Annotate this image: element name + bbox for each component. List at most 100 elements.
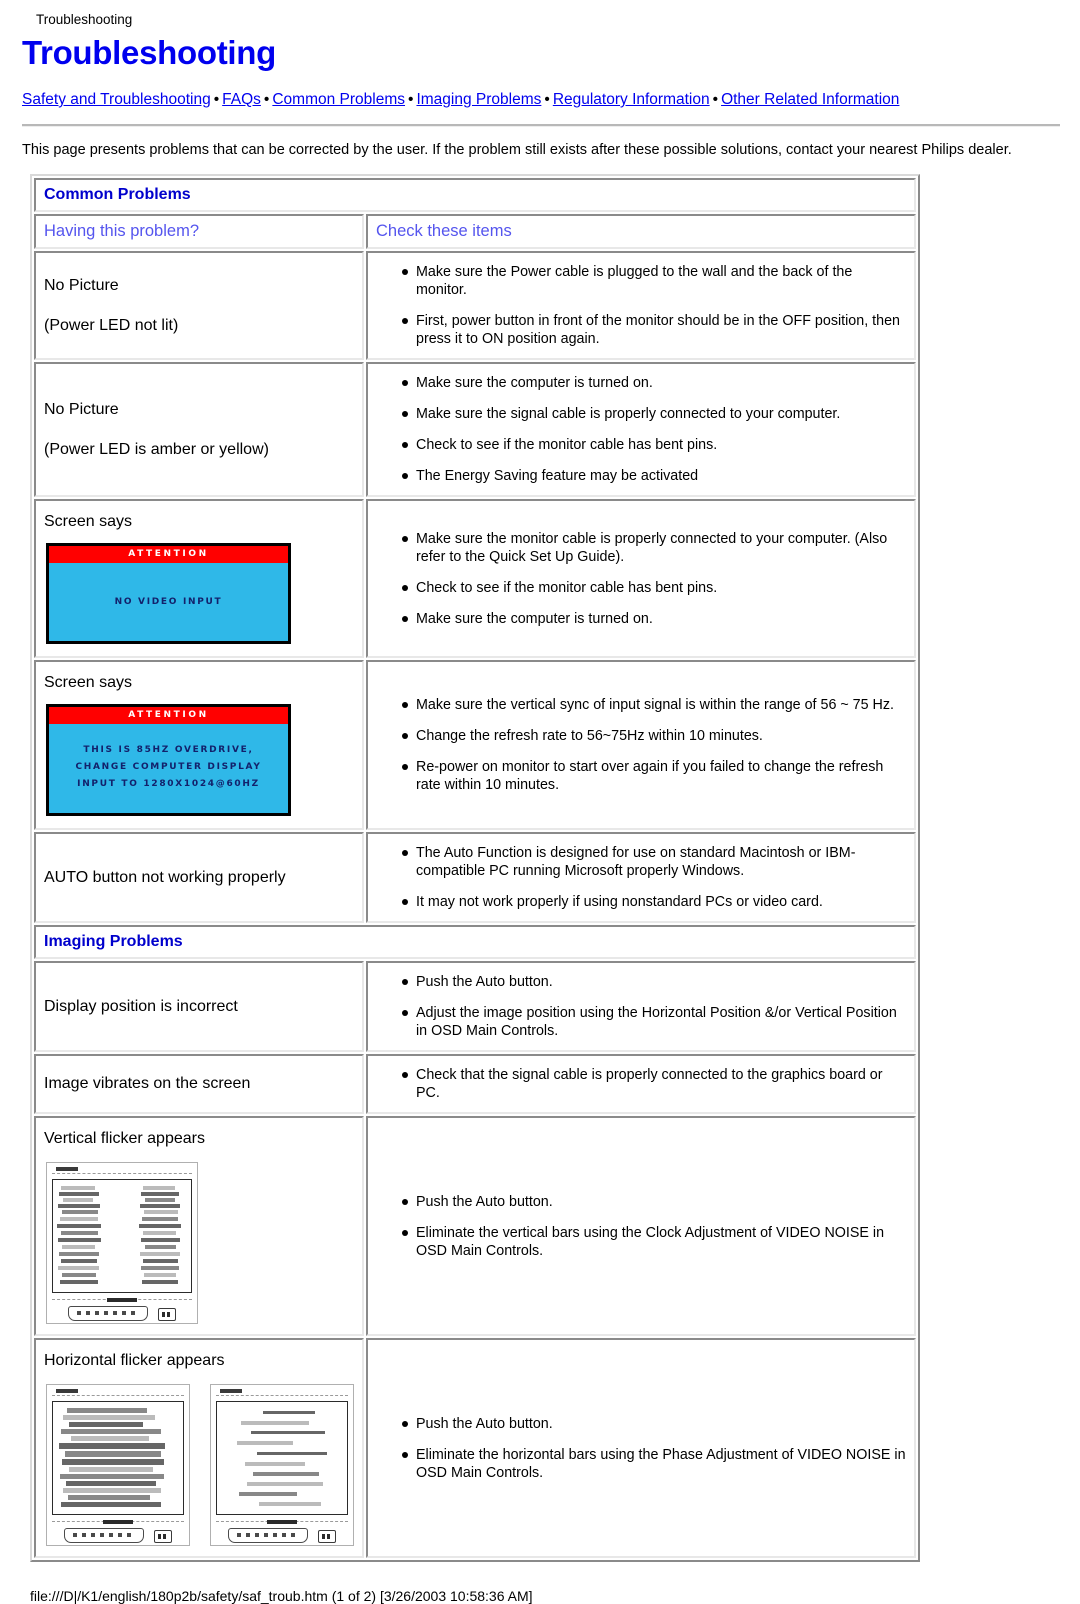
monitor-brand-mark — [107, 1298, 137, 1302]
problem-line: Vertical flicker appears — [44, 1130, 205, 1147]
list-item: Make sure the computer is turned on. — [402, 610, 906, 628]
osd-attention-graphic: ATTENTION THIS IS 85HZ OVERDRIVE, CHANGE… — [46, 704, 291, 816]
table-row: No Picture (Power LED not lit) Make sure… — [34, 251, 916, 360]
checks-list: Push the Auto button. Eliminate the vert… — [376, 1193, 906, 1260]
problem-line: No Picture — [44, 276, 119, 294]
section-header-label: Imaging Problems — [44, 933, 183, 950]
checks-list: The Auto Function is designed for use on… — [376, 844, 906, 911]
problem-cell-screen-says-no-video-input: Screen says ATTENTION NO VIDEO INPUT — [34, 499, 364, 658]
horizontal-divider — [22, 124, 1060, 127]
problem-cell-no-picture-led-not-lit: No Picture (Power LED not lit) — [34, 251, 364, 360]
table-row: Common Problems — [34, 178, 916, 212]
problem-description: Horizontal flicker appears — [44, 1346, 354, 1376]
footer-path: file:///D|/K1/english/180p2b/safety/saf_… — [30, 1588, 533, 1604]
nav-link-other-related-information[interactable]: Other Related Information — [721, 91, 899, 108]
table-row: Screen says ATTENTION NO VIDEO INPUT Mak… — [34, 499, 916, 658]
monitor-dashed-top — [52, 1395, 184, 1399]
problem-cell-image-vibrates: Image vibrates on the screen — [34, 1054, 364, 1114]
problem-line: No Picture — [44, 400, 119, 418]
checks-list: Make sure the vertical sync of input sig… — [376, 696, 906, 794]
table-row: Image vibrates on the screen Check that … — [34, 1054, 916, 1114]
checks-cell: Push the Auto button. Eliminate the hori… — [366, 1338, 916, 1558]
nav-link-safety-and-troubleshooting[interactable]: Safety and Troubleshooting — [22, 91, 211, 108]
list-item: Make sure the computer is turned on. — [402, 374, 906, 392]
problem-description: Screen says — [44, 507, 354, 537]
nav-separator: • — [544, 91, 550, 108]
monitor-illustration-vertical-flicker — [46, 1162, 198, 1324]
checks-cell: Make sure the Power cable is plugged to … — [366, 251, 916, 360]
checks-list: Make sure the computer is turned on. Mak… — [376, 374, 906, 485]
problem-line: AUTO button not working properly — [44, 868, 286, 886]
problem-line: Display position is incorrect — [44, 997, 238, 1015]
problem-cell-screen-says-overdrive: Screen says ATTENTION THIS IS 85HZ OVERD… — [34, 660, 364, 830]
osd-message-line: THIS IS 85HZ OVERDRIVE, — [83, 745, 254, 755]
checks-cell: Push the Auto button. Adjust the image p… — [366, 961, 916, 1052]
list-item: Change the refresh rate to 56~75Hz withi… — [402, 727, 906, 745]
breadcrumb: Troubleshooting — [36, 12, 133, 27]
monitor-power-button-icon — [158, 1308, 176, 1321]
checks-cell: Make sure the monitor cable is properly … — [366, 499, 916, 658]
column-header-checks: Check these items — [366, 214, 916, 249]
osd-message: NO VIDEO INPUT — [49, 563, 288, 641]
checks-list: Make sure the monitor cable is properly … — [376, 530, 906, 628]
list-item: The Energy Saving feature may be activat… — [402, 467, 906, 485]
section-header-label: Common Problems — [44, 186, 191, 203]
monitor-base — [216, 1523, 348, 1543]
osd-attention-graphic: ATTENTION NO VIDEO INPUT — [46, 543, 291, 644]
list-item: It may not work properly if using nonsta… — [402, 893, 906, 911]
monitor-base — [52, 1301, 192, 1321]
nav-link-imaging-problems[interactable]: Imaging Problems — [416, 91, 541, 108]
list-item: Push the Auto button. — [402, 973, 906, 991]
monitor-dashed-top — [216, 1395, 348, 1399]
problem-description: No Picture (Power LED not lit) — [44, 271, 354, 341]
list-item: Check to see if the monitor cable has be… — [402, 579, 906, 597]
problem-description: Screen says — [44, 668, 354, 698]
problem-cell-vertical-flicker: Vertical flicker appears — [34, 1116, 364, 1336]
problem-cell-display-position: Display position is incorrect — [34, 961, 364, 1052]
section-header-common-problems: Common Problems — [34, 178, 916, 212]
osd-message-line: INPUT TO 1280X1024@60HZ — [77, 779, 260, 789]
nav-link-faqs[interactable]: FAQs — [222, 91, 261, 108]
monitor-top-tab-icon — [56, 1167, 78, 1171]
intro-paragraph: This page presents problems that can be … — [22, 142, 1012, 158]
problem-line: Screen says — [44, 513, 133, 530]
list-item: Make sure the signal cable is properly c… — [402, 405, 906, 423]
checks-cell: Push the Auto button. Eliminate the vert… — [366, 1116, 916, 1336]
problem-description: AUTO button not working properly — [44, 863, 354, 893]
problem-line: Screen says — [44, 674, 133, 691]
monitor-power-button-icon — [154, 1530, 172, 1543]
monitor-screen — [52, 1401, 184, 1515]
table-row: No Picture (Power LED is amber or yellow… — [34, 362, 916, 497]
problem-cell-horizontal-flicker: Horizontal flicker appears — [34, 1338, 364, 1558]
checks-cell: Make sure the computer is turned on. Mak… — [366, 362, 916, 497]
osd-message-line: CHANGE COMPUTER DISPLAY — [75, 762, 262, 772]
table-row: Horizontal flicker appears Push the Auto… — [34, 1338, 916, 1558]
table-row: Display position is incorrect Push the A… — [34, 961, 916, 1052]
nav-links: Safety and Troubleshooting • FAQs • Common P… — [22, 88, 1002, 112]
problem-line: Horizontal flicker appears — [44, 1352, 225, 1369]
nav-separator: • — [712, 91, 719, 108]
list-item: Make sure the monitor cable is properly … — [402, 530, 906, 566]
list-item: Check that the signal cable is properly … — [402, 1066, 906, 1102]
problem-description: Vertical flicker appears — [44, 1124, 354, 1154]
table-row: Imaging Problems — [34, 925, 916, 959]
monitor-power-button-icon — [318, 1530, 336, 1543]
list-item: Eliminate the horizontal bars using the … — [402, 1446, 906, 1482]
nav-link-common-problems[interactable]: Common Problems — [272, 91, 405, 108]
monitor-top-tab-icon — [220, 1389, 242, 1393]
list-item: Re-power on monitor to start over again … — [402, 758, 906, 794]
monitor-brand-mark — [103, 1520, 133, 1524]
list-item: Make sure the Power cable is plugged to … — [402, 263, 906, 299]
monitor-control-panel — [64, 1528, 144, 1543]
nav-separator: • — [408, 91, 414, 108]
list-item: Eliminate the vertical bars using the Cl… — [402, 1224, 906, 1260]
nav-link-regulatory-information[interactable]: Regulatory Information — [553, 91, 710, 108]
table-row: Vertical flicker appears Push the Auto b… — [34, 1116, 916, 1336]
column-header-label: Having this problem? — [44, 222, 199, 240]
monitor-control-panel — [68, 1306, 148, 1321]
monitor-base — [52, 1523, 184, 1543]
list-item: The Auto Function is designed for use on… — [402, 844, 906, 880]
table-row: Screen says ATTENTION THIS IS 85HZ OVERD… — [34, 660, 916, 830]
problem-line: (Power LED is amber or yellow) — [44, 440, 269, 458]
list-item: Adjust the image position using the Hori… — [402, 1004, 906, 1040]
